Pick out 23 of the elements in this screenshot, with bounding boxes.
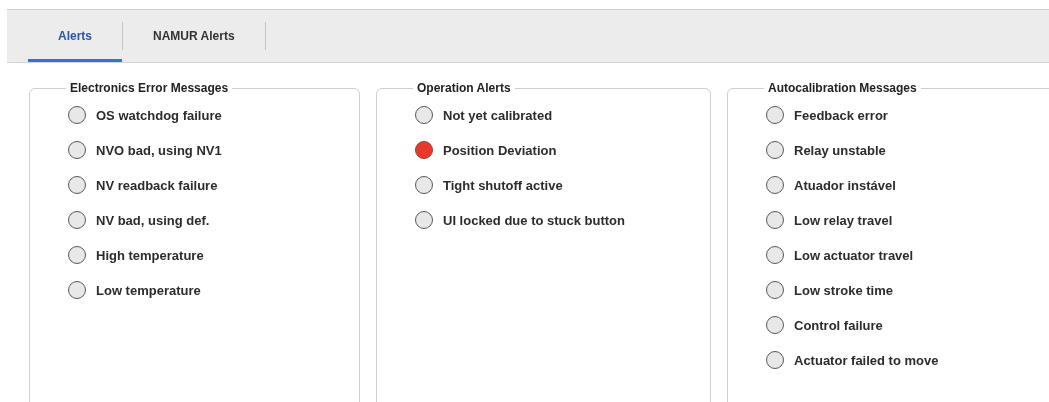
status-label: NVO bad, using NV1	[96, 142, 222, 158]
status-label: High temperature	[96, 247, 204, 263]
status-label: Position Deviation	[443, 142, 557, 158]
status-label: Feedback error	[794, 107, 888, 123]
status-label: Low actuator travel	[794, 247, 914, 263]
status-label: Tight shutoff active	[443, 177, 563, 193]
status-label: Control failure	[794, 317, 883, 333]
group-title: Electronics Error Messages	[69, 81, 230, 95]
group-title: Operation Alerts	[416, 81, 512, 95]
status-label: NV bad, using def.	[96, 212, 210, 228]
status-label: Actuator failed to move	[794, 352, 939, 368]
status-label: OS watchdog failure	[96, 107, 222, 123]
status-label: Low temperature	[96, 282, 201, 298]
status-label: UI locked due to stuck button	[443, 212, 625, 228]
status-label: Not yet calibrated	[443, 107, 553, 123]
group-title: Autocalibration Messages	[767, 81, 918, 95]
status-label: NV readback failure	[96, 177, 218, 193]
tab[interactable]: NAMUR Alerts	[123, 10, 265, 62]
status-label: Atuador instável	[794, 177, 896, 193]
status-label: Low relay travel	[794, 212, 893, 228]
status-label: Relay unstable	[794, 142, 886, 158]
status-label: Low stroke time	[794, 282, 893, 298]
tab[interactable]: Alerts	[28, 10, 122, 62]
